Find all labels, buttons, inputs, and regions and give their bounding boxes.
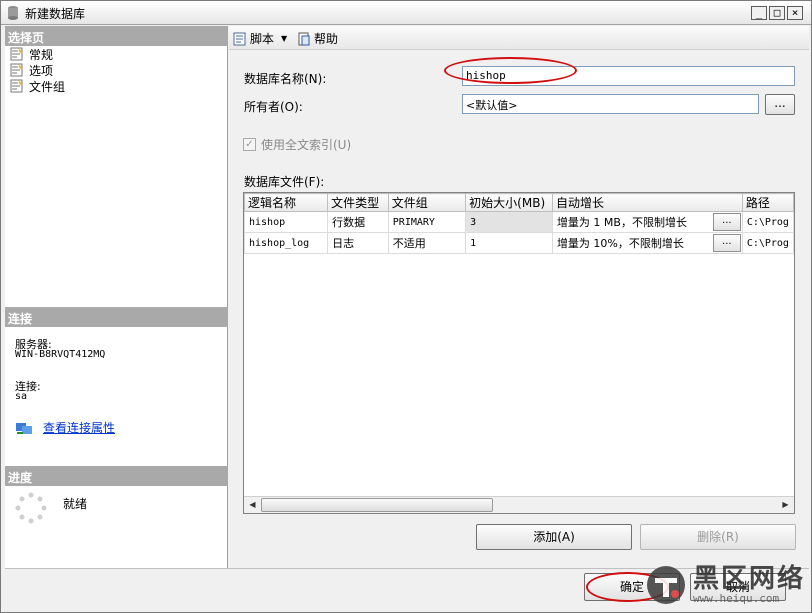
table-header-row: 逻辑名称 文件类型 文件组 初始大小(MB) 自动增长 路径 xyxy=(244,193,794,212)
watermark-logo-icon xyxy=(646,566,685,604)
script-button[interactable]: 脚本 ▼ xyxy=(233,30,287,47)
help-label: 帮助 xyxy=(314,32,339,46)
scrollbar-thumb[interactable] xyxy=(261,498,493,512)
view-connection-properties[interactable]: 查看连接属性 xyxy=(15,419,115,436)
owner-label: 所有者(O): xyxy=(244,100,303,114)
database-name-label: 数据库名称(N): xyxy=(244,72,327,86)
owner-input[interactable]: <默认值> xyxy=(462,94,759,114)
remove-file-button[interactable]: 删除(R) xyxy=(640,524,796,550)
column-header-file-type[interactable]: 文件类型 xyxy=(327,193,389,212)
watermark-text-block: 黑区网络 www.heiqu.com xyxy=(692,563,805,605)
minimize-button[interactable]: _ xyxy=(751,6,767,20)
script-label: 脚本 xyxy=(250,32,275,46)
cell-initial-size[interactable]: 3 xyxy=(465,211,553,233)
cell-autogrowth: 增量为 1 MB，不限制增长... xyxy=(551,211,743,233)
connection-properties-icon xyxy=(16,422,32,434)
column-header-path[interactable]: 路径 xyxy=(741,193,794,212)
page-item-filegroups[interactable]: 文件组 xyxy=(5,78,228,94)
database-icon xyxy=(8,6,18,20)
script-icon xyxy=(233,32,246,45)
help-icon xyxy=(298,32,310,45)
page-item-label: 常规 xyxy=(29,47,54,62)
connection-header: 连接 xyxy=(5,307,228,327)
watermark-url: www.heiqu.com xyxy=(692,591,780,605)
column-header-filegroup[interactable]: 文件组 xyxy=(387,193,467,212)
cell-initial-size[interactable]: 1 xyxy=(465,232,553,254)
cell-filegroup[interactable]: PRIMARY xyxy=(387,211,467,233)
cell-logical-name[interactable]: hishop_log xyxy=(244,232,329,254)
cell-file-type: 日志 xyxy=(327,232,389,254)
cell-file-type: 行数据 xyxy=(327,211,389,233)
page-list: 常规 选项 文件组 xyxy=(5,46,228,94)
horizontal-scrollbar[interactable]: ◀ ▶ xyxy=(244,496,794,513)
cell-logical-name[interactable]: hishop xyxy=(244,211,329,233)
table-row[interactable]: hishop_log 日志 不适用 1 增量为 10%，不限制增长... C:\… xyxy=(244,232,794,254)
view-connection-properties-link[interactable]: 查看连接属性 xyxy=(43,419,115,436)
page-item-label: 选项 xyxy=(29,63,54,78)
window-controls: _ □ × xyxy=(751,6,803,20)
owner-browse-button[interactable]: ... xyxy=(765,94,795,115)
help-button[interactable]: 帮助 xyxy=(297,30,338,47)
connection-value: sa xyxy=(15,391,28,402)
fulltext-index-option[interactable]: ✓ 使用全文索引(U) xyxy=(243,136,351,153)
window-title: 新建数据库 xyxy=(25,7,86,21)
database-files-grid[interactable]: 逻辑名称 文件类型 文件组 初始大小(MB) 自动增长 路径 hishop 行数… xyxy=(243,192,795,514)
left-pane: 选择页 常规 选项 文件组 连接 服务器: WIN-B8RVQT412MQ 连接… xyxy=(5,26,228,610)
fulltext-index-checkbox[interactable]: ✓ xyxy=(243,138,256,151)
autogrowth-text: 增量为 10%，不限制增长 xyxy=(556,237,684,250)
page-item-general[interactable]: 常规 xyxy=(5,46,228,62)
database-name-input[interactable]: hishop xyxy=(462,66,795,86)
cell-filegroup: 不适用 xyxy=(387,232,467,254)
watermark: 黑区网络 www.heiqu.com xyxy=(645,564,805,606)
autogrowth-browse-button[interactable]: ... xyxy=(712,213,741,231)
column-header-initial-size[interactable]: 初始大小(MB) xyxy=(465,193,553,212)
select-page-header: 选择页 xyxy=(5,26,228,46)
page-icon xyxy=(10,79,23,93)
page-icon xyxy=(10,47,23,61)
title-bar[interactable]: 新建数据库 _ □ × xyxy=(1,1,811,25)
page-item-label: 文件组 xyxy=(29,79,66,94)
maximize-button[interactable]: □ xyxy=(769,6,785,20)
scroll-left-icon[interactable]: ◀ xyxy=(244,497,261,513)
autogrowth-browse-button[interactable]: ... xyxy=(712,234,741,252)
cell-autogrowth: 增量为 10%，不限制增长... xyxy=(551,232,743,254)
database-files-label: 数据库文件(F): xyxy=(244,175,325,189)
database-files-table: 逻辑名称 文件类型 文件组 初始大小(MB) 自动增长 路径 hishop 行数… xyxy=(244,193,794,254)
autogrowth-text: 增量为 1 MB，不限制增长 xyxy=(556,216,687,229)
new-database-dialog: 新建数据库 _ □ × 选择页 常规 选项 文件组 连接 服务器: WIN-B8… xyxy=(0,0,812,613)
chevron-down-icon: ▼ xyxy=(281,34,288,43)
table-row[interactable]: hishop 行数据 PRIMARY 3 增量为 1 MB，不限制增长... C… xyxy=(244,211,794,233)
progress-header: 进度 xyxy=(5,466,228,486)
add-file-button[interactable]: 添加(A) xyxy=(476,524,632,550)
page-icon xyxy=(10,63,23,77)
close-button[interactable]: × xyxy=(787,6,803,20)
server-value: WIN-B8RVQT412MQ xyxy=(15,349,106,360)
cell-path: C:\Prog xyxy=(741,211,794,233)
scroll-right-icon[interactable]: ▶ xyxy=(777,497,794,513)
toolbar: 脚本 ▼ 帮助 xyxy=(229,26,809,50)
column-header-autogrowth[interactable]: 自动增长 xyxy=(551,193,743,212)
page-item-options[interactable]: 选项 xyxy=(5,62,228,78)
fulltext-index-label: 使用全文索引(U) xyxy=(261,138,352,152)
column-header-logical-name[interactable]: 逻辑名称 xyxy=(244,193,329,212)
watermark-text: 黑区网络 xyxy=(692,563,805,594)
cell-path: C:\Prog xyxy=(741,232,794,254)
progress-status: 就绪 xyxy=(63,497,88,511)
progress-spinner-icon xyxy=(15,492,47,524)
